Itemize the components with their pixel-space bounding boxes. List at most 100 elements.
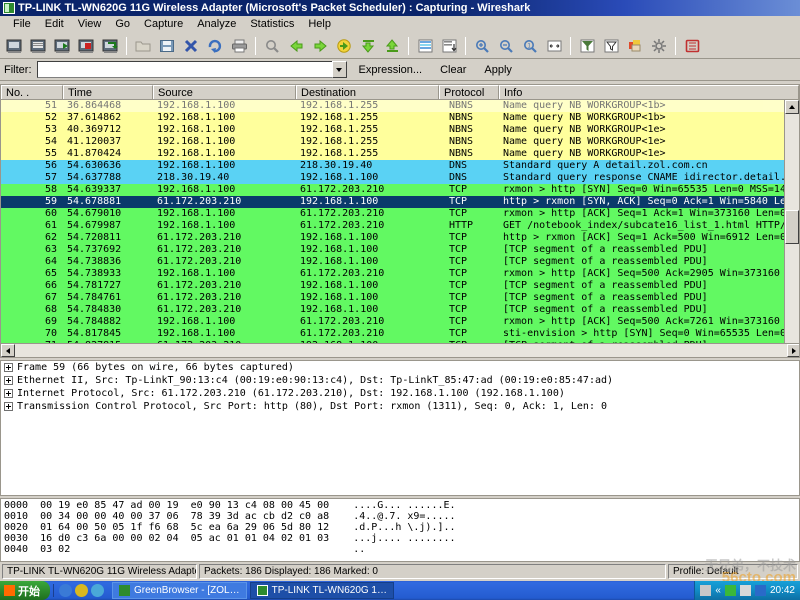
filter-combo[interactable] (36, 61, 347, 78)
expression-button[interactable]: Expression... (353, 63, 429, 77)
hex-dump-row[interactable]: 0010 00 34 00 00 40 00 37 06 78 39 3d ac… (1, 511, 799, 522)
restart-capture-icon[interactable] (99, 35, 121, 57)
shield-tray-icon[interactable] (754, 585, 766, 596)
coloring-rules-icon[interactable] (624, 35, 646, 57)
packet-bytes-pane[interactable]: 0000 00 19 e0 85 47 ad 00 19 e0 90 13 c4… (0, 498, 800, 562)
status-profile[interactable]: Profile: Default (668, 564, 798, 579)
packet-row[interactable]: 57 54.637788 218.30.19.40 192.168.1.100 DNS S… (1, 172, 799, 184)
menu-file[interactable]: File (6, 17, 38, 31)
packet-row[interactable]: 55 41.870424 192.168.1.100 192.168.1.255 NBN… (1, 148, 799, 160)
column-header-protocol[interactable]: Protocol (439, 85, 499, 99)
protocol-tree-row[interactable]: Internet Protocol, Src: 61.172.203.210 (… (1, 387, 799, 400)
zoom-out-icon[interactable] (495, 35, 517, 57)
interfaces-icon[interactable] (3, 35, 25, 57)
column-header-no[interactable]: No. . (1, 85, 63, 99)
protocol-tree-row[interactable]: Transmission Control Protocol, Src Port:… (1, 400, 799, 413)
close-file-icon[interactable] (180, 35, 202, 57)
packet-row[interactable]: 62 54.720811 61.172.203.210 192.168.1.100 TC… (1, 232, 799, 244)
apply-filter-button[interactable]: Apply (478, 63, 518, 77)
go-last-packet-icon[interactable] (381, 35, 403, 57)
media-player-icon[interactable] (75, 584, 88, 597)
go-to-packet-icon[interactable] (333, 35, 355, 57)
menu-statistics[interactable]: Statistics (243, 17, 301, 31)
auto-scroll-icon[interactable] (438, 35, 460, 57)
menu-help[interactable]: Help (301, 17, 338, 31)
hex-dump-row[interactable]: 0000 00 19 e0 85 47 ad 00 19 e0 90 13 c4… (1, 500, 799, 511)
filter-input[interactable] (36, 61, 332, 78)
packet-row[interactable]: 53 40.369712 192.168.1.100 192.168.1.255 NBN… (1, 124, 799, 136)
start-button[interactable]: 开始 (0, 581, 50, 600)
packet-row[interactable]: 61 54.679987 192.168.1.100 61.172.203.210 HT… (1, 220, 799, 232)
packet-row[interactable]: 51 36.864468 192.168.1.100 192.168.1.255 NBN… (1, 100, 799, 112)
menu-analyze[interactable]: Analyze (190, 17, 243, 31)
find-packet-icon[interactable] (261, 35, 283, 57)
packet-row[interactable]: 54 41.120037 192.168.1.100 192.168.1.255 NBN… (1, 136, 799, 148)
hex-dump-row[interactable]: 0040 03 02 .. (1, 544, 799, 555)
display-filters-icon[interactable] (600, 35, 622, 57)
printer-tray-icon[interactable] (700, 585, 712, 596)
scroll-left-arrow-icon[interactable] (1, 344, 15, 357)
column-header-source[interactable]: Source (153, 85, 296, 99)
print-icon[interactable] (228, 35, 250, 57)
volume-tray-icon[interactable] (739, 585, 751, 596)
hex-dump[interactable]: 0000 00 19 e0 85 47 ad 00 19 e0 90 13 c4… (1, 500, 799, 555)
clear-filter-button[interactable]: Clear (434, 63, 472, 77)
expand-plus-icon[interactable] (4, 363, 13, 372)
packet-row[interactable]: 63 54.737692 61.172.203.210 192.168.1.100 TC… (1, 244, 799, 256)
go-back-icon[interactable] (285, 35, 307, 57)
packet-list-pane[interactable]: No. . Time Source Destination Protocol I… (0, 84, 800, 358)
preferences-icon[interactable] (648, 35, 670, 57)
menu-edit[interactable]: Edit (38, 17, 71, 31)
show-desktop-icon[interactable] (91, 584, 104, 597)
expand-plus-icon[interactable] (4, 402, 13, 411)
capture-filters-icon[interactable] (576, 35, 598, 57)
hex-dump-row[interactable]: 0020 01 64 00 50 05 1f f6 68 5c ea 6a 29… (1, 522, 799, 533)
taskbar-item-greenbrowser[interactable]: GreenBrowser - [ZOL… (112, 582, 247, 599)
colorize-icon[interactable] (414, 35, 436, 57)
expand-plus-icon[interactable] (4, 376, 13, 385)
packet-row[interactable]: 52 37.614862 192.168.1.100 192.168.1.255 NBN… (1, 112, 799, 124)
packet-row[interactable]: 59 54.678881 61.172.203.210 192.168.1.100 TC… (1, 196, 799, 208)
packet-rows[interactable]: 51 36.864468 192.168.1.100 192.168.1.255 NBN… (1, 100, 799, 356)
packet-row[interactable]: 70 54.817845 192.168.1.100 61.172.203.210 TC… (1, 328, 799, 340)
column-header-info[interactable]: Info (499, 85, 799, 99)
menu-capture[interactable]: Capture (137, 17, 190, 31)
tray-expand-icon[interactable]: « (715, 585, 721, 596)
filter-dropdown-arrow-icon[interactable] (331, 61, 347, 78)
protocol-tree[interactable]: Frame 59 (66 bytes on wire, 66 bytes cap… (1, 361, 799, 413)
column-header-time[interactable]: Time (63, 85, 153, 99)
go-forward-icon[interactable] (309, 35, 331, 57)
help-contents-icon[interactable] (681, 35, 703, 57)
capture-options-icon[interactable] (27, 35, 49, 57)
menu-view[interactable]: View (71, 17, 109, 31)
start-capture-icon[interactable] (51, 35, 73, 57)
packet-details-pane[interactable]: Frame 59 (66 bytes on wire, 66 bytes cap… (0, 360, 800, 496)
hex-dump-row[interactable]: 0030 16 d0 c3 6a 00 00 02 04 05 ac 01 01… (1, 533, 799, 544)
packet-row[interactable]: 67 54.784761 61.172.203.210 192.168.1.100 TC… (1, 292, 799, 304)
expand-plus-icon[interactable] (4, 389, 13, 398)
column-header-destination[interactable]: Destination (296, 85, 439, 99)
open-file-icon[interactable] (132, 35, 154, 57)
stop-capture-icon[interactable] (75, 35, 97, 57)
packet-row[interactable]: 65 54.738933 192.168.1.100 61.172.203.210 TC… (1, 268, 799, 280)
taskbar-clock[interactable]: 20:42 (770, 585, 795, 596)
save-file-icon[interactable] (156, 35, 178, 57)
packet-list-hscrollbar[interactable] (1, 343, 799, 357)
packet-row[interactable]: 56 54.630636 192.168.1.100 218.30.19.40 DNS S… (1, 160, 799, 172)
zoom-reset-icon[interactable]: 1 (519, 35, 541, 57)
packet-row[interactable]: 68 54.784830 61.172.203.210 192.168.1.100 TC… (1, 304, 799, 316)
packet-row[interactable]: 58 54.639337 192.168.1.100 61.172.203.210 TC… (1, 184, 799, 196)
packet-row[interactable]: 64 54.738836 61.172.203.210 192.168.1.100 TC… (1, 256, 799, 268)
zoom-in-icon[interactable] (471, 35, 493, 57)
packet-row[interactable]: 60 54.679010 192.168.1.100 61.172.203.210 TC… (1, 208, 799, 220)
packet-list-scrollbar[interactable] (784, 100, 799, 357)
internet-explorer-icon[interactable] (59, 584, 72, 597)
reload-icon[interactable] (204, 35, 226, 57)
taskbar-item-wireshark[interactable]: TP-LINK TL-WN620G 1… (249, 582, 394, 599)
network-tray-icon[interactable] (724, 585, 736, 596)
menu-go[interactable]: Go (108, 17, 137, 31)
go-first-packet-icon[interactable] (357, 35, 379, 57)
hscroll-track[interactable] (15, 344, 787, 357)
scrollbar-thumb[interactable] (785, 210, 799, 244)
protocol-tree-row[interactable]: Frame 59 (66 bytes on wire, 66 bytes cap… (1, 361, 799, 374)
